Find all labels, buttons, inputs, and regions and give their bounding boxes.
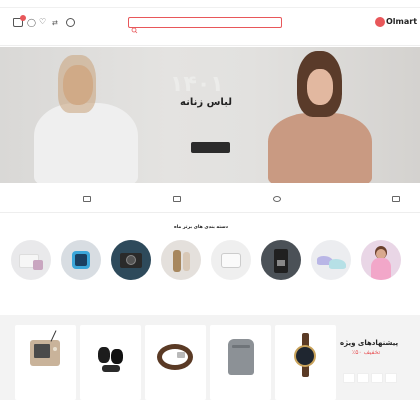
hero-banner[interactable]: ۱۴۰۱ لباس زنانه (0, 47, 420, 183)
special-title: پیشنهادهای ویژه (340, 339, 399, 347)
package-icon (392, 196, 400, 202)
product-card-3[interactable] (210, 325, 271, 400)
category-personal-care[interactable] (161, 240, 201, 280)
hero-model-left-hair (58, 55, 96, 113)
hero-title: لباس زنانه (180, 97, 232, 108)
category-appliances[interactable] (211, 240, 251, 280)
user-icon[interactable]: ◯ (27, 19, 36, 27)
timer-days (343, 373, 355, 383)
cart-badge (20, 15, 26, 21)
truck-icon (83, 196, 91, 202)
timer-hours (357, 373, 369, 383)
wallet-icon (173, 196, 181, 202)
product-card-0[interactable] (15, 325, 76, 400)
hero-model-left-body (34, 103, 138, 183)
category-smartwatch[interactable] (61, 240, 101, 280)
product-card-1[interactable] (80, 325, 141, 400)
product-card-4[interactable] (275, 325, 336, 400)
hero-model-right-face (307, 69, 333, 105)
logo-icon (375, 17, 385, 27)
category-camera[interactable] (111, 240, 151, 280)
category-electronics[interactable] (11, 240, 51, 280)
hero-model-right-body (268, 113, 372, 183)
timer-minutes (371, 373, 383, 383)
top-bar (0, 0, 420, 8)
product-card-2[interactable] (145, 325, 206, 400)
hero-cta-button[interactable] (191, 142, 230, 153)
headset-icon (273, 196, 281, 202)
category-kids[interactable] (361, 240, 401, 280)
heart-icon[interactable]: ♡ (39, 18, 46, 26)
timer-seconds (385, 373, 397, 383)
category-kitchen[interactable] (261, 240, 301, 280)
categories-title: دسته بندی های برتر ماه (174, 225, 228, 230)
features-strip (0, 183, 420, 213)
logo-text[interactable]: Olmart (386, 16, 417, 28)
search-icon[interactable] (130, 19, 139, 34)
compare-icon[interactable]: ⇄ (52, 19, 58, 27)
category-shoes[interactable] (311, 240, 351, 280)
special-discount: ٪۵۰ تخفیف (352, 349, 381, 356)
hero-watermark: ۱۴۰۱ (170, 72, 224, 97)
search-box[interactable] (128, 17, 282, 34)
main-nav (0, 36, 420, 46)
phone-icon (66, 18, 75, 27)
